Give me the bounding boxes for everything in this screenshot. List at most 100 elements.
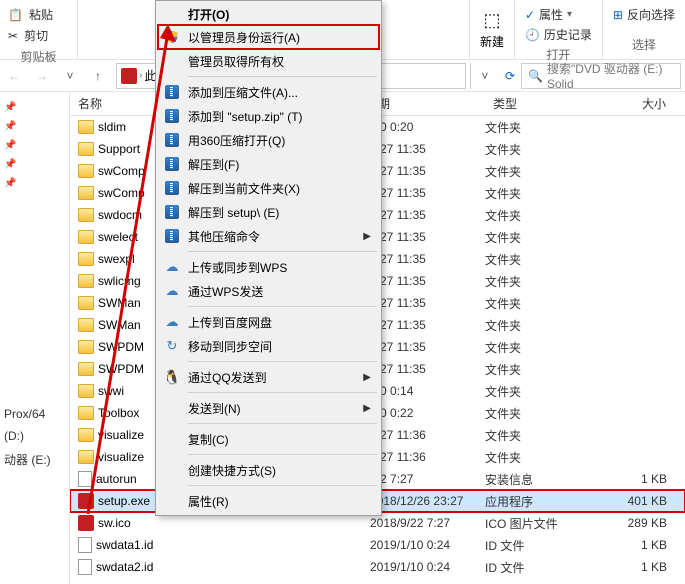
addr-dropdown-button[interactable]: ˅ — [471, 62, 499, 90]
folder-icon — [78, 428, 94, 442]
file-name: swComp — [98, 186, 145, 200]
nav-pane: 📌 📌 📌 📌 📌 Prox/64 (D:) 动器 (E:) — [0, 92, 70, 584]
folder-icon — [78, 274, 94, 288]
folder-icon — [78, 208, 94, 222]
ctx-360-open[interactable]: 用360压缩打开(Q) — [158, 128, 379, 152]
file-type: 文件夹 — [485, 229, 595, 246]
folder-icon — [78, 450, 94, 464]
nav-recent-button[interactable]: ˅ — [56, 62, 84, 90]
file-date: 2018/9/22 7:27 — [370, 516, 485, 530]
folder-icon — [78, 318, 94, 332]
ctx-move-sync[interactable]: ↻移动到同步空间 — [158, 334, 379, 358]
zip-icon — [164, 108, 180, 124]
ctx-qq-send[interactable]: 🐧通过QQ发送到▶ — [158, 365, 379, 389]
file-type: 文件夹 — [485, 251, 595, 268]
col-size[interactable]: 大小 — [595, 95, 675, 112]
cut-button[interactable]: ✂剪切 — [8, 25, 69, 46]
ctx-send-to[interactable]: 发送到(N)▶ — [158, 396, 379, 420]
search-input[interactable]: 🔍 搜索"DVD 驱动器 (E:) Solid — [521, 63, 681, 89]
ctx-extract-to[interactable]: 解压到(F) — [158, 152, 379, 176]
nav-forward-button[interactable]: → — [28, 62, 56, 90]
open-group: ✓属性▾ 🕘历史记录 打开 — [514, 0, 602, 59]
ctx-wps-send[interactable]: ☁通过WPS发送 — [158, 279, 379, 303]
folder-icon — [78, 406, 94, 420]
file-date: 2/27 11:35 — [370, 274, 485, 288]
file-date: 2/27 11:35 — [370, 208, 485, 222]
file-date: /10 0:14 — [370, 384, 485, 398]
exe-icon — [78, 493, 94, 509]
history-button[interactable]: 🕘历史记录 — [525, 26, 592, 43]
properties-button[interactable]: ✓属性▾ — [525, 6, 592, 23]
nav-pin-3[interactable]: 📌 — [2, 155, 67, 174]
nav-d[interactable]: (D:) — [2, 425, 67, 447]
ctx-other-compress[interactable]: 其他压缩命令▶ — [158, 224, 379, 248]
ctx-properties[interactable]: 属性(R) — [158, 489, 379, 513]
ctx-add-archive[interactable]: 添加到压缩文件(A)... — [158, 80, 379, 104]
nav-e[interactable]: 动器 (E:) — [2, 447, 67, 472]
file-row[interactable]: swdata1.id 2019/1/10 0:24ID 文件1 KB — [70, 534, 685, 556]
file-type: 文件夹 — [485, 141, 595, 158]
file-size: 1 KB — [595, 538, 675, 552]
ctx-open[interactable]: 打开(O) — [158, 3, 379, 25]
file-date: 2/27 11:35 — [370, 252, 485, 266]
file-name: autorun — [96, 472, 137, 486]
file-date: 2019/1/10 0:24 — [370, 538, 485, 552]
file-type: ICO 图片文件 — [485, 515, 595, 532]
folder-icon — [78, 296, 94, 310]
col-date[interactable]: 期 — [370, 95, 485, 112]
ctx-add-setupzip[interactable]: 添加到 "setup.zip" (T) — [158, 104, 379, 128]
file-size: 401 KB — [595, 494, 675, 508]
file-type: ID 文件 — [485, 537, 595, 554]
ctx-run-as-admin[interactable]: 以管理员身份运行(A) — [158, 25, 379, 49]
refresh-button[interactable]: ⟳ — [499, 69, 521, 83]
new-label[interactable]: 新建 — [480, 33, 504, 50]
ctx-extract-setup[interactable]: 解压到 setup\ (E) — [158, 200, 379, 224]
nav-pin-2[interactable]: 📌 — [2, 136, 67, 155]
zip-icon — [164, 84, 180, 100]
file-name: visualize — [98, 450, 144, 464]
folder-icon — [78, 384, 94, 398]
nav-pin-1[interactable]: 📌 — [2, 117, 67, 136]
select-group: ⊞反向选择 选择 — [602, 0, 685, 59]
ctx-wps-upload[interactable]: ☁上传或同步到WPS — [158, 255, 379, 279]
col-type[interactable]: 类型 — [485, 95, 595, 112]
nav-up-button[interactable]: ↑ — [84, 62, 112, 90]
file-size: 1 KB — [595, 560, 675, 574]
submenu-arrow-icon: ▶ — [363, 403, 371, 414]
file-type: 文件夹 — [485, 273, 595, 290]
file-name: SWPDM — [98, 362, 144, 376]
submenu-arrow-icon: ▶ — [363, 231, 371, 242]
nav-pin-4[interactable]: 📌 — [2, 174, 67, 193]
file-name: swlicmg — [98, 274, 141, 288]
file-date: 2/27 11:35 — [370, 362, 485, 376]
file-type: 文件夹 — [485, 295, 595, 312]
paste-button[interactable]: 📋粘贴 — [8, 4, 69, 25]
folder-icon — [78, 186, 94, 200]
file-size: 1 KB — [595, 472, 675, 486]
ctx-shortcut[interactable]: 创建快捷方式(S) — [158, 458, 379, 482]
file-row[interactable]: swdata2.id2019/1/10 0:24ID 文件1 KB — [70, 556, 685, 578]
ctx-admin-ownership[interactable]: 管理员取得所有权 — [158, 49, 379, 73]
ico-icon — [78, 515, 94, 531]
zip-icon — [164, 180, 180, 196]
file-name: visualize — [98, 428, 144, 442]
file-icon — [78, 471, 92, 487]
file-date: 2/27 11:35 — [370, 318, 485, 332]
file-name: swdata1.id — [96, 538, 153, 552]
file-type: 安装信息 — [485, 471, 595, 488]
ctx-baidu-upload[interactable]: ☁上传到百度网盘 — [158, 310, 379, 334]
nav-prox[interactable]: Prox/64 — [2, 403, 67, 425]
sync-icon: ↻ — [164, 338, 180, 354]
ctx-copy[interactable]: 复制(C) — [158, 427, 379, 451]
file-name: Support — [98, 142, 140, 156]
folder-icon — [78, 340, 94, 354]
folder-icon — [78, 142, 94, 156]
nav-back-button[interactable]: ← — [0, 62, 28, 90]
nav-quickaccess[interactable]: 📌 — [2, 98, 67, 117]
ctx-extract-here[interactable]: 解压到当前文件夹(X) — [158, 176, 379, 200]
invert-select-button[interactable]: ⊞反向选择 — [613, 6, 675, 23]
file-date: 2/27 11:35 — [370, 230, 485, 244]
zip-icon — [164, 228, 180, 244]
file-name: SWPDM — [98, 340, 144, 354]
cloud-icon: ☁ — [164, 259, 180, 275]
